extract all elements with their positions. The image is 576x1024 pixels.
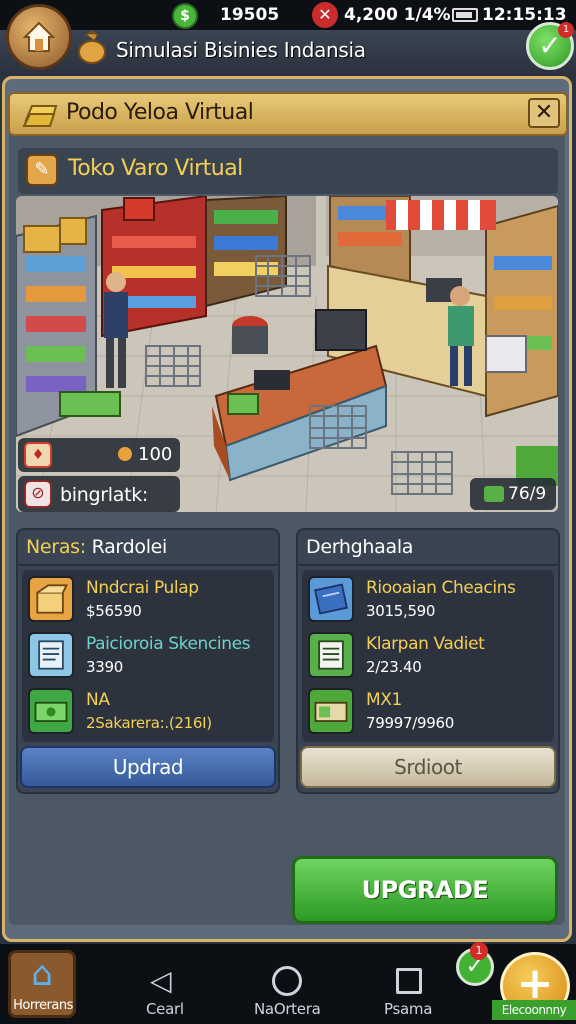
upgrade-resources-button[interactable]: Updrad <box>20 746 276 788</box>
upgrade-button[interactable]: UPGRADE <box>292 856 558 924</box>
home-button[interactable] <box>6 4 72 70</box>
details-column: Derhghaala Riooaian Cheacins 3015,590 Kl… <box>296 528 560 794</box>
column-title: Derhghaala <box>306 536 414 558</box>
nav-back-label: Cearl <box>146 1000 184 1018</box>
home-circle-button[interactable] <box>272 966 302 996</box>
banknote-icon <box>308 688 354 734</box>
item-name: Riooaian Cheacins <box>366 578 516 598</box>
close-circle-icon: ✕ <box>312 2 338 28</box>
shield-icon: ♦ <box>24 442 52 468</box>
list-item[interactable]: Paicioroia Skencines 3390 <box>28 632 268 682</box>
item-name: NA <box>86 690 110 710</box>
card-icon <box>308 576 354 622</box>
item-value: 2/23.40 <box>366 658 422 676</box>
document-icon <box>28 632 74 678</box>
app-title: Simulasi Bisinies Indansia <box>116 38 366 62</box>
resources-column: Neras: Rardolei Nndcrai Pulap $56590 Pai… <box>16 528 280 794</box>
details-list: Riooaian Cheacins 3015,590 Klarpan Vadie… <box>302 570 554 742</box>
nav-recent-label: Psama <box>384 1000 433 1018</box>
nav-center-label: NaOrtera <box>254 1000 321 1018</box>
house-icon <box>22 21 56 52</box>
ledger-icon <box>308 632 354 678</box>
store-name: Toko Varo Virtual <box>68 156 243 181</box>
column-title: Neras: Rardolei <box>26 536 168 558</box>
shop-icon: ✎ <box>26 154 58 186</box>
status-money: 19505 <box>220 5 280 25</box>
notification-badge: 1 <box>470 942 488 960</box>
column-header: Neras: Rardolei <box>18 530 278 566</box>
add-button-label: Elecoonnny <box>492 1000 576 1020</box>
panel-title: Podo Yeloa Virtual <box>66 100 254 125</box>
notification-badge: 1 <box>558 22 574 38</box>
list-item[interactable]: Riooaian Cheacins 3015,590 <box>308 576 548 626</box>
list-item[interactable]: MX1 79997/9960 <box>308 688 548 738</box>
item-value: $56590 <box>86 602 142 620</box>
coin-icon <box>118 447 132 461</box>
status-signal: 4,200 1/4% <box>344 5 451 25</box>
cash-icon <box>484 486 504 502</box>
item-value: 79997/9960 <box>366 714 454 732</box>
recent-apps-button[interactable] <box>396 968 422 994</box>
select-button[interactable]: Srdioot <box>300 746 556 788</box>
item-value: 3015,590 <box>366 602 436 620</box>
coin-count: 100 <box>118 444 172 465</box>
item-name: Nndcrai Pulap <box>86 578 199 598</box>
crate-icon <box>28 576 74 622</box>
battery-icon <box>452 8 478 22</box>
tag-icon: ⊘ <box>24 480 52 508</box>
item-value: 2Sakarera:.(216I) <box>86 714 212 732</box>
back-button[interactable]: ◁ <box>150 964 172 997</box>
list-item[interactable]: NA 2Sakarera:.(216I) <box>28 688 268 738</box>
list-item[interactable]: Klarpan Vadiet 2/23.40 <box>308 632 548 682</box>
close-button[interactable]: ✕ <box>528 98 560 128</box>
cash-icon <box>28 688 74 734</box>
close-icon: ✕ <box>534 100 554 125</box>
resource-list: Nndcrai Pulap $56590 Paicioroia Skencine… <box>22 570 274 742</box>
item-name: Klarpan Vadiet <box>366 634 485 654</box>
item-value: 3390 <box>86 658 123 676</box>
gold-bar-icon <box>22 105 58 127</box>
list-item[interactable]: Nndcrai Pulap $56590 <box>28 576 268 626</box>
money-bag-icon <box>78 31 106 64</box>
store-label: bingrlatk: <box>60 484 149 506</box>
money-icon: $ <box>172 3 198 29</box>
item-name: Paicioroia Skencines <box>86 634 251 654</box>
house-icon: ⌂ <box>31 954 53 994</box>
item-name: MX1 <box>366 690 402 710</box>
column-header: Derhghaala <box>298 530 558 566</box>
triangle-back-icon: ◁ <box>150 964 172 997</box>
nav-home-label: Horrerans <box>13 998 73 1013</box>
income-value: 76/9 <box>508 484 547 504</box>
